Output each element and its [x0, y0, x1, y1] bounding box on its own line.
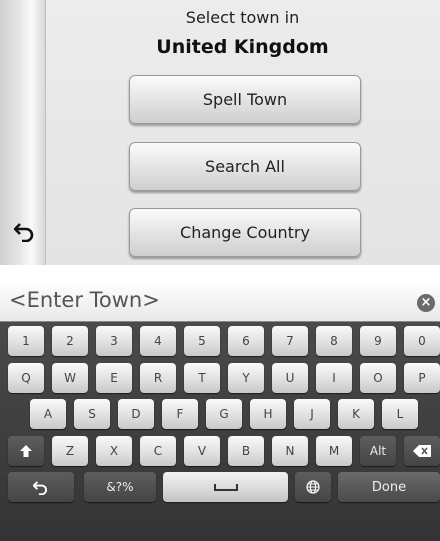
spell-town-button[interactable]: Spell Town	[129, 75, 361, 124]
country-name: United Kingdom	[156, 36, 329, 58]
key-0[interactable]: 0	[404, 326, 440, 356]
key-h[interactable]: H	[250, 399, 286, 429]
town-entry-placeholder: <Enter Town>	[9, 288, 160, 312]
shift-key[interactable]	[8, 436, 44, 466]
backspace-key[interactable]	[404, 436, 440, 466]
key-c[interactable]: C	[140, 436, 176, 466]
key-e[interactable]: E	[96, 363, 132, 393]
key-w[interactable]: W	[52, 363, 88, 393]
key-j[interactable]: J	[294, 399, 330, 429]
key-y[interactable]: Y	[228, 363, 264, 393]
left-sidebar	[0, 0, 46, 265]
key-n[interactable]: N	[272, 436, 308, 466]
done-button[interactable]: Done	[338, 472, 440, 502]
key-8[interactable]: 8	[316, 326, 352, 356]
key-6[interactable]: 6	[228, 326, 264, 356]
on-screen-keyboard: 1 2 3 4 5 6 7 8 9 0 Q W E R T Y U I O P …	[0, 322, 440, 541]
key-2[interactable]: 2	[52, 326, 88, 356]
key-d[interactable]: D	[118, 399, 154, 429]
key-9[interactable]: 9	[360, 326, 396, 356]
back-arrow-icon	[33, 481, 48, 495]
town-entry-field[interactable]: <Enter Town> ×	[0, 284, 440, 322]
town-entry-screen: <Enter Town> × 1 2 3 4 5 6 7 8 9 0 Q W E…	[0, 284, 440, 541]
key-f[interactable]: F	[162, 399, 198, 429]
key-s[interactable]: S	[74, 399, 110, 429]
key-o[interactable]: O	[360, 363, 396, 393]
key-x[interactable]: X	[96, 436, 132, 466]
language-key[interactable]	[295, 472, 331, 502]
key-v[interactable]: V	[184, 436, 220, 466]
clear-icon[interactable]: ×	[417, 294, 435, 312]
key-1[interactable]: 1	[8, 326, 44, 356]
select-town-prompt: Select town in	[185, 8, 300, 27]
spacebar-icon	[213, 484, 238, 491]
key-7[interactable]: 7	[272, 326, 308, 356]
key-3[interactable]: 3	[96, 326, 132, 356]
backspace-icon	[413, 445, 431, 457]
key-z[interactable]: Z	[52, 436, 88, 466]
key-r[interactable]: R	[140, 363, 176, 393]
key-5[interactable]: 5	[184, 326, 220, 356]
key-k[interactable]: K	[338, 399, 374, 429]
search-all-button[interactable]: Search All	[129, 142, 361, 191]
back-key[interactable]	[8, 472, 74, 502]
key-q[interactable]: Q	[8, 363, 44, 393]
key-l[interactable]: L	[382, 399, 418, 429]
select-town-screen: Select town in United Kingdom Spell Town…	[0, 0, 440, 265]
key-b[interactable]: B	[228, 436, 264, 466]
symbols-key[interactable]: &?%	[84, 472, 156, 502]
key-i[interactable]: I	[316, 363, 352, 393]
change-country-button[interactable]: Change Country	[129, 208, 361, 257]
key-g[interactable]: G	[206, 399, 242, 429]
key-u[interactable]: U	[272, 363, 308, 393]
back-arrow-icon[interactable]	[14, 220, 36, 242]
shift-arrow-icon	[20, 445, 32, 457]
key-t[interactable]: T	[184, 363, 220, 393]
key-a[interactable]: A	[30, 399, 66, 429]
globe-icon	[306, 480, 320, 494]
key-4[interactable]: 4	[140, 326, 176, 356]
key-p[interactable]: P	[404, 363, 440, 393]
key-m[interactable]: M	[316, 436, 352, 466]
space-key[interactable]	[163, 472, 288, 502]
alt-key[interactable]: Alt	[360, 436, 396, 466]
